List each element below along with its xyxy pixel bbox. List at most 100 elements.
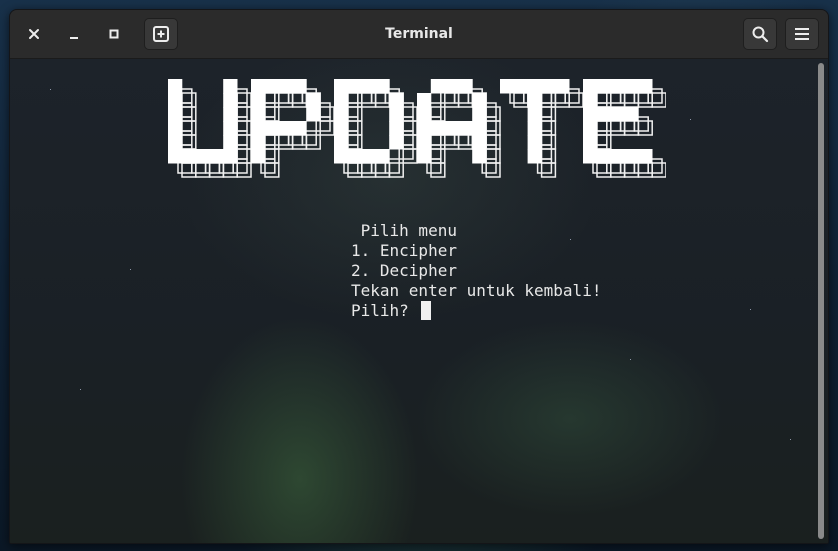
star: [50, 89, 51, 90]
banner-block: [624, 149, 639, 164]
banner-block: [610, 107, 625, 122]
menu-hint-line: Tekan enter untuk kembali!: [351, 281, 602, 300]
banner-shadow-block: [347, 120, 363, 136]
banner-shadow-block: [278, 134, 294, 150]
banner-block: [209, 149, 224, 164]
banner-block: [334, 93, 349, 108]
banner-block: [251, 79, 266, 94]
scrollbar[interactable]: [818, 63, 824, 539]
hamburger-menu-icon: [795, 28, 809, 40]
banner-block: [583, 107, 598, 122]
new-tab-button[interactable]: [144, 18, 178, 50]
maximize-button[interactable]: [103, 23, 125, 45]
titlebar[interactable]: Terminal: [10, 10, 828, 59]
banner-block: [292, 121, 307, 136]
banner-block: [541, 79, 556, 94]
banner-shadow-block: [596, 92, 612, 108]
banner-block: [251, 93, 266, 108]
banner-block: [389, 107, 404, 122]
banner-shadow-block: [361, 92, 377, 108]
banner-shadow-block: [361, 162, 377, 178]
banner-shadow-block: [305, 134, 321, 150]
banner-block: [638, 149, 653, 164]
banner-block: [583, 79, 598, 94]
banner-block: [168, 93, 183, 108]
banner-shadow-block: [540, 120, 557, 136]
banner-shadow-block: [568, 92, 584, 108]
banner-block: [334, 149, 349, 164]
banner-shadow-block: [540, 106, 557, 122]
banner-shadow-block: [181, 106, 197, 122]
close-icon: [29, 29, 39, 39]
banner-block: [168, 149, 183, 164]
banner-block: [223, 121, 238, 136]
banner-shadow-block: [430, 162, 446, 178]
banner-block: [251, 107, 266, 122]
star: [790, 439, 791, 440]
banner-shadow-block: [264, 162, 280, 178]
banner-block: [638, 79, 653, 94]
terminal-output[interactable]: UPDATE Pilih menu 1. Encipher 2. Deciphe…: [10, 59, 828, 543]
banner-shadow-block: [402, 106, 418, 122]
banner-block: [596, 149, 612, 164]
banner-block: [278, 79, 293, 94]
banner-block: [417, 135, 432, 150]
banner-block: [527, 135, 542, 150]
banner-block: [168, 107, 183, 122]
banner-block: [583, 135, 598, 150]
banner-shadow-block: [485, 134, 501, 150]
banner-shadow-block: [596, 134, 612, 150]
star: [630, 359, 631, 360]
star: [570, 239, 571, 240]
star: [80, 389, 81, 390]
banner-shadow-block: [236, 106, 252, 122]
banner-shadow-block: [444, 134, 460, 150]
close-button[interactable]: [23, 23, 45, 45]
banner-block: [527, 93, 542, 108]
banner-block: [168, 135, 183, 150]
search-icon: [752, 26, 769, 43]
new-tab-icon: [153, 26, 169, 42]
banner-shadow-block: [236, 120, 252, 136]
minimize-button[interactable]: [63, 23, 85, 45]
banner-block: [168, 121, 183, 136]
banner-block: [223, 135, 238, 150]
menu-button[interactable]: [785, 18, 819, 50]
banner-shadow-block: [236, 92, 252, 108]
banner-block: [527, 121, 542, 136]
banner-block: [334, 121, 349, 136]
maximize-icon: [109, 29, 119, 39]
banner-shadow-block: [195, 162, 211, 178]
banner-shadow-block: [402, 134, 418, 150]
banner-shadow-block: [596, 120, 612, 136]
banner-block: [596, 107, 612, 122]
banner-shadow-block: [236, 134, 252, 150]
banner-block: [195, 149, 210, 164]
banner-block: [389, 93, 404, 108]
menu-title-line: Pilih menu: [351, 221, 457, 240]
banner-block: [583, 149, 598, 164]
banner-block: [610, 149, 625, 164]
star: [690, 119, 691, 120]
text-cursor: [421, 301, 431, 320]
search-button[interactable]: [743, 18, 777, 50]
banner-shadow-block: [222, 162, 238, 178]
banner-shadow-block: [540, 92, 557, 108]
banner-block: [624, 107, 639, 122]
banner-shadow-block: [388, 162, 404, 178]
banner-shadow-block: [637, 92, 653, 108]
banner-shadow-block: [236, 148, 252, 164]
banner-shadow-block: [623, 92, 640, 108]
banner-block: [458, 79, 473, 94]
banner-shadow-block: [430, 134, 446, 150]
banner-shadow-block: [623, 120, 640, 136]
banner-block: [181, 149, 197, 164]
banner-block: [417, 121, 432, 136]
banner-block: [223, 107, 238, 122]
banner-block: [334, 107, 349, 122]
banner-shadow-block: [319, 106, 335, 122]
banner-block: [251, 149, 266, 164]
banner-block: [223, 93, 238, 108]
banner-block: [168, 79, 183, 94]
banner-block: [334, 135, 349, 150]
